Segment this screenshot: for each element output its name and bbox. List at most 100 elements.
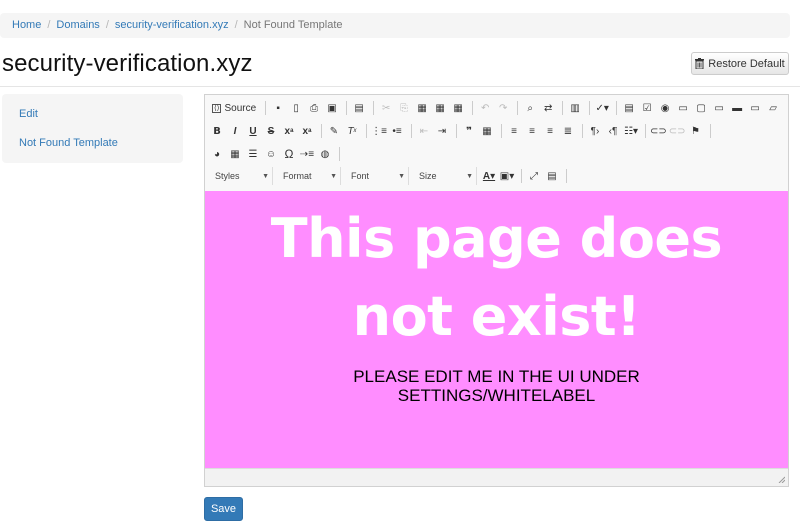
- restore-default-label: Restore Default: [708, 57, 785, 70]
- maximize-icon[interactable]: ⤢: [526, 166, 542, 186]
- format-dropdown[interactable]: Format ▼: [277, 167, 341, 185]
- text-field-icon[interactable]: ▭: [675, 98, 691, 118]
- align-center-icon[interactable]: ≡: [524, 121, 540, 141]
- ltr-icon[interactable]: ¶›: [587, 121, 603, 141]
- select-all-icon[interactable]: ▥: [567, 98, 583, 118]
- toolbar-separator: [346, 101, 348, 115]
- copy-format-icon[interactable]: ✎: [326, 121, 342, 141]
- find-icon[interactable]: ⌕: [522, 98, 538, 118]
- title-divider: [0, 86, 800, 87]
- background-color-icon[interactable]: ▣▾: [499, 166, 515, 186]
- chevron-down-icon: ▼: [398, 172, 405, 180]
- breadcrumb-domains[interactable]: Domains: [56, 19, 99, 31]
- toolbar-separator: [562, 101, 564, 115]
- save-icon[interactable]: ▪: [270, 98, 286, 118]
- chevron-down-icon: ▼: [330, 172, 337, 180]
- checkbox-icon[interactable]: ☑: [639, 98, 655, 118]
- save-button[interactable]: Save: [204, 497, 243, 521]
- toolbar-separator: [321, 124, 322, 138]
- button-field-icon[interactable]: ▬: [729, 98, 745, 118]
- source-button[interactable]: ⟨⟩ Source: [209, 98, 259, 118]
- bulleted-list-icon[interactable]: •≡: [389, 121, 405, 141]
- align-justify-icon[interactable]: ≣: [560, 121, 576, 141]
- subscript-icon[interactable]: xa: [281, 121, 297, 141]
- page-break-icon[interactable]: ⇢≡: [299, 144, 315, 164]
- radio-icon[interactable]: ◉: [657, 98, 673, 118]
- toolbar-separator: [501, 124, 502, 138]
- blockquote-icon[interactable]: ❞: [461, 121, 477, 141]
- note-line-1: PLEASE EDIT ME IN THE UI UNDER: [353, 367, 640, 386]
- breadcrumb-home[interactable]: Home: [12, 19, 41, 31]
- side-menu-item-not-found-template[interactable]: Not Found Template: [19, 137, 118, 149]
- toolbar-separator: [645, 124, 646, 138]
- hidden-field-icon[interactable]: ▱: [765, 98, 781, 118]
- templates-icon[interactable]: ▤: [351, 98, 367, 118]
- toolbar-separator: [366, 124, 367, 138]
- size-dropdown[interactable]: Size ▼: [413, 167, 477, 185]
- language-icon[interactable]: ☷▾: [623, 121, 639, 141]
- source-label: Source: [224, 102, 257, 114]
- undo-icon[interactable]: ↶: [477, 98, 493, 118]
- print-icon[interactable]: ▣: [324, 98, 340, 118]
- special-char-icon[interactable]: Ω: [281, 144, 297, 164]
- align-left-icon[interactable]: ≡: [506, 121, 522, 141]
- form-icon[interactable]: ▤: [621, 98, 637, 118]
- toolbar-row-2: B I U S xa xa ✎ Tx ⋮≡ •≡ ⇤ ⇥ ❞ ▦ ≡ ≡ ≡ ≣…: [209, 121, 715, 141]
- font-dropdown[interactable]: Font ▼: [345, 167, 409, 185]
- link-icon[interactable]: ⊂⊃: [650, 121, 667, 141]
- toolbar-separator: [339, 147, 340, 161]
- breadcrumb-domain[interactable]: security-verification.xyz: [115, 19, 229, 31]
- rtl-icon[interactable]: ‹¶: [605, 121, 621, 141]
- image-button-icon[interactable]: ▭: [747, 98, 763, 118]
- horizontal-line-icon[interactable]: ☰: [245, 144, 261, 164]
- numbered-list-icon[interactable]: ⋮≡: [371, 121, 387, 141]
- italic-icon[interactable]: I: [227, 121, 243, 141]
- breadcrumb-separator: /: [234, 19, 238, 31]
- smiley-icon[interactable]: ☺: [263, 144, 279, 164]
- underline-icon[interactable]: U: [245, 121, 261, 141]
- toolbar-separator: [411, 124, 412, 138]
- paste-text-icon[interactable]: ▦: [432, 98, 448, 118]
- side-menu: Edit Not Found Template: [2, 94, 183, 163]
- iframe-icon[interactable]: ◍: [317, 144, 333, 164]
- remove-format-icon[interactable]: Tx: [344, 121, 360, 141]
- toolbar-separator: [265, 101, 267, 115]
- editor-status-bar: [205, 468, 788, 486]
- superscript-icon[interactable]: xa: [299, 121, 315, 141]
- select-field-icon[interactable]: ▭: [711, 98, 727, 118]
- textarea-icon[interactable]: ▢: [693, 98, 709, 118]
- outdent-icon[interactable]: ⇤: [416, 121, 432, 141]
- chevron-down-icon: ▼: [262, 172, 269, 180]
- anchor-icon[interactable]: ⚑: [688, 121, 704, 141]
- paste-icon[interactable]: ▦: [414, 98, 430, 118]
- paste-word-icon[interactable]: ▦: [450, 98, 466, 118]
- div-container-icon[interactable]: ▦: [479, 121, 495, 141]
- breadcrumb-separator: /: [105, 19, 109, 31]
- editor-content[interactable]: This page does not exist! PLEASE EDIT ME…: [205, 191, 788, 468]
- unlink-icon[interactable]: ⊂⊃: [669, 121, 686, 141]
- restore-default-button[interactable]: Restore Default: [691, 52, 789, 75]
- styles-dropdown[interactable]: Styles ▼: [209, 167, 273, 185]
- bold-icon[interactable]: B: [209, 121, 225, 141]
- preview-icon[interactable]: ⎙: [306, 98, 322, 118]
- text-color-icon[interactable]: A▾: [481, 166, 497, 186]
- replace-icon[interactable]: ⇄: [540, 98, 556, 118]
- copy-icon[interactable]: ⎘: [396, 98, 412, 118]
- strikethrough-icon[interactable]: S: [263, 121, 279, 141]
- image-icon[interactable]: ◕: [209, 144, 225, 164]
- size-label: Size: [419, 171, 437, 181]
- headline-line-2: not exist!: [352, 285, 641, 348]
- show-blocks-icon[interactable]: ▤: [544, 166, 560, 186]
- redo-icon[interactable]: ↷: [495, 98, 511, 118]
- side-menu-item-edit[interactable]: Edit: [19, 108, 38, 120]
- cut-icon[interactable]: ✂: [378, 98, 394, 118]
- resize-grip-icon[interactable]: [777, 475, 785, 483]
- toolbar-separator: [521, 169, 522, 183]
- toolbar-separator: [456, 124, 457, 138]
- spellcheck-icon[interactable]: ✓▾: [594, 98, 610, 118]
- indent-icon[interactable]: ⇥: [434, 121, 450, 141]
- toolbar-row-1: ⟨⟩ Source ▪ ▯ ⎙ ▣ ▤ ✂ ⎘ ▦ ▦ ▦ ↶ ↷ ⌕ ⇄ ▥ ✓…: [209, 98, 783, 118]
- new-page-icon[interactable]: ▯: [288, 98, 304, 118]
- table-icon[interactable]: ▦: [227, 144, 243, 164]
- align-right-icon[interactable]: ≡: [542, 121, 558, 141]
